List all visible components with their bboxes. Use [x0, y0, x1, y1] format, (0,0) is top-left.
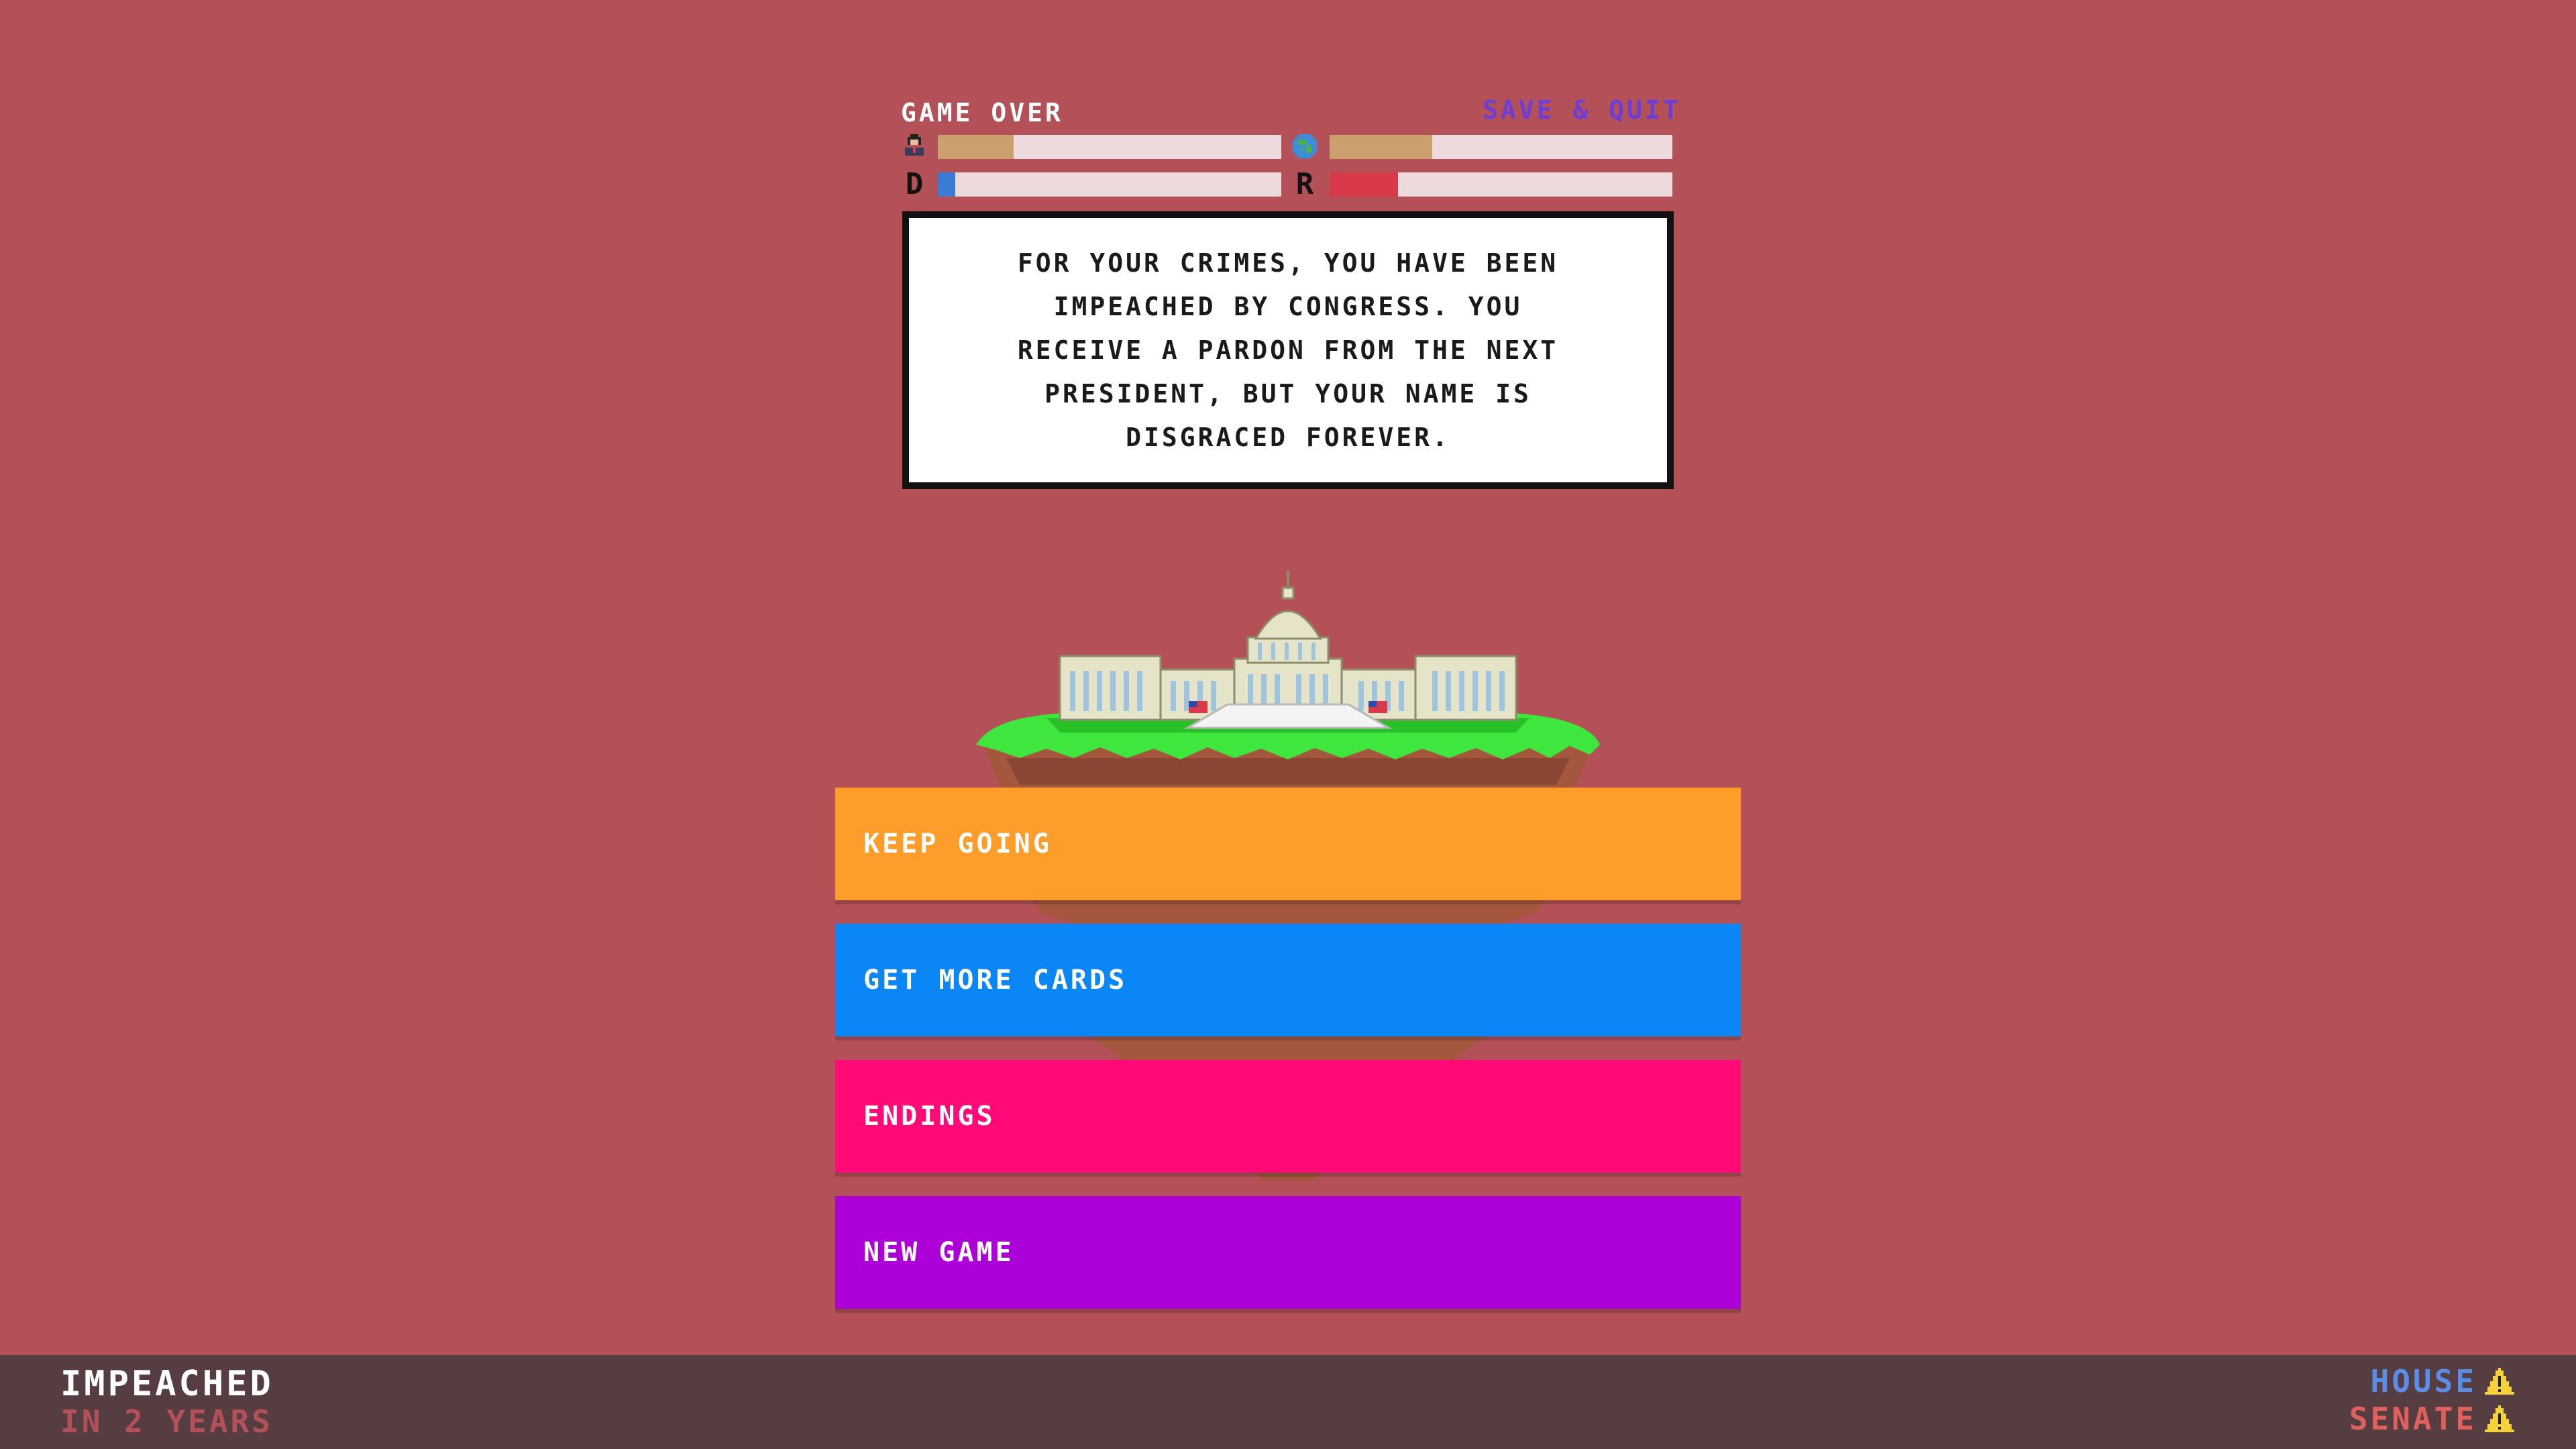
keep-going-label: KEEP GOING: [863, 828, 1052, 859]
game-status-label: GAME OVER: [901, 98, 1063, 127]
republicans-label: R: [1295, 166, 1314, 201]
people-meter-fill: [938, 135, 1014, 159]
endings-button[interactable]: ENDINGS: [835, 1060, 1741, 1173]
house-label: HOUSE: [2370, 1363, 2477, 1399]
senate-label: SENATE: [2349, 1401, 2477, 1437]
democrats-meter: [938, 172, 1281, 197]
save-and-quit-link[interactable]: SAVE & QUIT: [1483, 95, 1681, 125]
endings-label: ENDINGS: [863, 1101, 996, 1132]
world-meter-fill: [1330, 135, 1433, 159]
message-text: FOR YOUR CRIMES, YOU HAVE BEEN IMPEACHED…: [1017, 248, 1559, 452]
house-status: HOUSE: [2371, 1363, 2514, 1399]
status-bar: [0, 1355, 2576, 1449]
democrats-meter-fill: [938, 172, 955, 197]
world-meter: [1330, 135, 1672, 159]
republicans-meter-fill: [1330, 172, 1399, 197]
senate-status: SENATE: [2349, 1401, 2514, 1437]
republicans-meter: [1330, 172, 1672, 197]
new-game-label: NEW GAME: [863, 1237, 1014, 1268]
warning-icon: [2485, 1368, 2514, 1395]
globe-icon: [1291, 133, 1318, 160]
ending-timeframe: IN 2 YEARS: [60, 1403, 273, 1440]
get-more-cards-button[interactable]: GET MORE CARDS: [835, 924, 1741, 1036]
new-game-button[interactable]: NEW GAME: [835, 1196, 1741, 1309]
people-meter: [938, 135, 1281, 159]
person-icon: [901, 133, 928, 160]
warning-icon: [2485, 1405, 2514, 1432]
ending-title: IMPEACHED: [60, 1364, 274, 1404]
message-dialog: FOR YOUR CRIMES, YOU HAVE BEEN IMPEACHED…: [902, 211, 1674, 489]
keep-going-button[interactable]: KEEP GOING: [835, 788, 1741, 900]
get-more-cards-label: GET MORE CARDS: [863, 965, 1128, 996]
democrats-label: D: [905, 166, 924, 201]
